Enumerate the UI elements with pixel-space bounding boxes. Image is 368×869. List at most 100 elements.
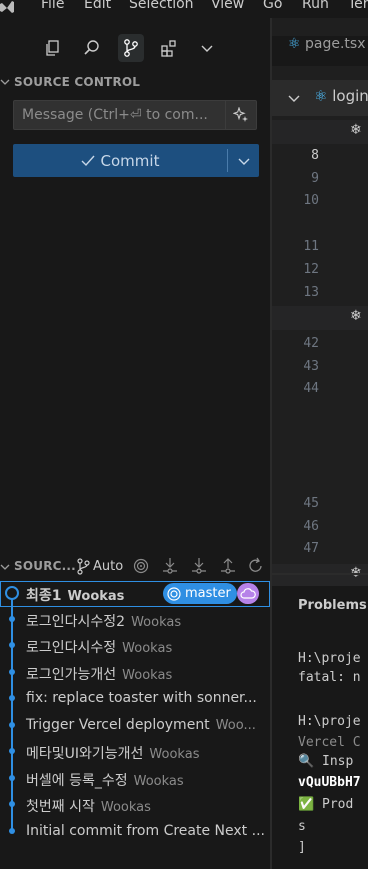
explorer-icon[interactable]: [42, 36, 64, 60]
menu-terminal[interactable]: Ter: [348, 0, 368, 12]
tab-problems[interactable]: Problems: [298, 598, 367, 613]
line-number: 44: [303, 381, 319, 396]
breadcrumb-item[interactable]: ⚛ login: [314, 87, 368, 105]
commit-row[interactable]: Trigger Vercel deployment Woo...: [0, 713, 270, 739]
commit-row[interactable]: 첫번째 시작 Wookas: [0, 792, 270, 818]
line-number: 9: [311, 171, 319, 186]
commit-button[interactable]: Commit: [13, 144, 259, 177]
push-icon[interactable]: [220, 557, 236, 575]
branch-badge: master: [163, 583, 237, 604]
chevron-down-icon[interactable]: [196, 36, 218, 60]
line-number: 43: [303, 359, 319, 374]
cloud-badge: [237, 583, 259, 604]
panel-divider: [272, 573, 368, 575]
commit-dropdown-button[interactable]: [228, 144, 259, 177]
terminal-line: 🔍 Insp: [298, 754, 354, 769]
commit-row[interactable]: 로그인가능개선 Wookas: [0, 660, 270, 686]
react-icon: ⚛: [314, 87, 328, 105]
commit-row[interactable]: Initial commit from Create Next ...: [0, 819, 270, 845]
title-bar: File Edit Selection View Go Run Ter: [0, 0, 368, 18]
commit-message: Trigger Vercel deployment: [26, 717, 210, 733]
line-number: 45: [303, 496, 319, 511]
commit-author: Woo...: [215, 718, 256, 733]
commit-author: Wookas: [67, 589, 125, 604]
line-number: 11: [303, 239, 319, 254]
terminal-line: ✅ Prod: [298, 797, 354, 812]
fetch-icon[interactable]: [162, 557, 178, 575]
commit-row[interactable]: 버셀에 등록_수정 Wookas: [0, 766, 270, 792]
commit-message: 메타및UI와기능개선: [26, 746, 144, 762]
pull-icon[interactable]: [191, 557, 207, 575]
line-number: 46: [303, 519, 319, 534]
target-icon: [167, 586, 181, 601]
target-icon[interactable]: [133, 558, 149, 574]
menu-go[interactable]: Go: [263, 0, 282, 12]
branch-name: master: [185, 586, 231, 601]
commit-main-button[interactable]: Commit: [13, 144, 227, 177]
menu-run[interactable]: Run: [302, 0, 329, 12]
section-title: SOURCE CONTROL: [14, 75, 141, 89]
folded-region: ❄: [272, 306, 368, 330]
terminal-line: Vercel C: [298, 735, 361, 750]
collapse-chevron-icon[interactable]: [0, 77, 10, 87]
chevron-down-icon: [238, 158, 249, 165]
chevron-down-icon[interactable]: [288, 92, 300, 104]
terminal-line: ]: [298, 840, 306, 855]
terminal-line: H:\proje: [298, 714, 361, 729]
commit-message: 로그인다시수정2: [26, 614, 126, 630]
commit-label: Commit: [100, 151, 160, 170]
snowflake-icon: ❄: [350, 308, 362, 324]
commit-row[interactable]: fix: replace toaster with sonner...: [0, 686, 270, 712]
extensions-icon[interactable]: [158, 36, 180, 60]
commit-message: 로그인다시수정: [26, 640, 117, 656]
react-icon: ⚛: [288, 36, 301, 52]
commit-row[interactable]: 메타및UI와기능개선 Wookas: [0, 739, 270, 765]
menu-selection[interactable]: Selection: [129, 0, 194, 12]
commit-message: 첫번째 시작: [26, 799, 95, 815]
menu-edit[interactable]: Edit: [84, 0, 111, 12]
commit-author: Wookas: [100, 800, 151, 815]
menu-view[interactable]: View: [211, 0, 244, 12]
commit-message: 최종1: [26, 588, 62, 604]
folded-region: ❄: [272, 120, 368, 144]
snowflake-icon: ❄: [350, 122, 362, 138]
refresh-icon[interactable]: [248, 557, 264, 575]
search-icon[interactable]: [81, 36, 103, 60]
line-number: 10: [303, 193, 319, 208]
commit-author: Wookas: [131, 615, 182, 630]
check-icon: [81, 155, 95, 166]
commit-author: Wookas: [122, 641, 173, 656]
commit-message: Initial commit from Create Next ...: [26, 823, 265, 839]
collapse-chevron-icon[interactable]: [0, 562, 10, 572]
folded-region: ❄: [272, 564, 368, 586]
tab-label: page.tsx: [305, 36, 366, 52]
terminal-line: H:\proje: [298, 651, 361, 666]
commit-author: Wookas: [133, 774, 184, 789]
line-number: 12: [303, 262, 319, 277]
line-number: 8: [311, 148, 319, 163]
source-control-icon[interactable]: [118, 34, 144, 62]
sparkle-icon[interactable]: [225, 101, 256, 129]
tab-page-tsx[interactable]: ⚛ page.tsx: [288, 36, 366, 52]
terminal-line: s: [298, 819, 306, 834]
commit-row[interactable]: 로그인다시수정 Wookas: [0, 633, 270, 659]
commit-message-box: [13, 100, 257, 130]
line-number: 47: [303, 541, 319, 556]
vscode-logo: [0, 1, 14, 13]
branch-icon[interactable]: [76, 558, 90, 575]
commit-author: Wookas: [122, 668, 173, 683]
breadcrumb: ⚛ login: [272, 80, 368, 116]
commit-message: fix: replace toaster with sonner...: [26, 690, 257, 706]
commit-message: 로그인가능개선: [26, 667, 117, 683]
terminal-line: vQuUBbH7: [298, 775, 361, 790]
auto-label[interactable]: Auto: [93, 559, 123, 574]
line-number: 42: [303, 336, 319, 351]
commit-message-input[interactable]: [22, 101, 222, 129]
terminal-line: fatal: n: [298, 670, 361, 685]
commit-message: 버셀에 등록_수정: [26, 773, 128, 789]
menu-file[interactable]: File: [41, 0, 64, 12]
breadcrumb-label: login: [332, 87, 368, 105]
commit-row[interactable]: 로그인다시수정2 Wookas: [0, 607, 270, 633]
line-number: 13: [303, 285, 319, 300]
graph-title: SOURC...: [14, 559, 76, 573]
